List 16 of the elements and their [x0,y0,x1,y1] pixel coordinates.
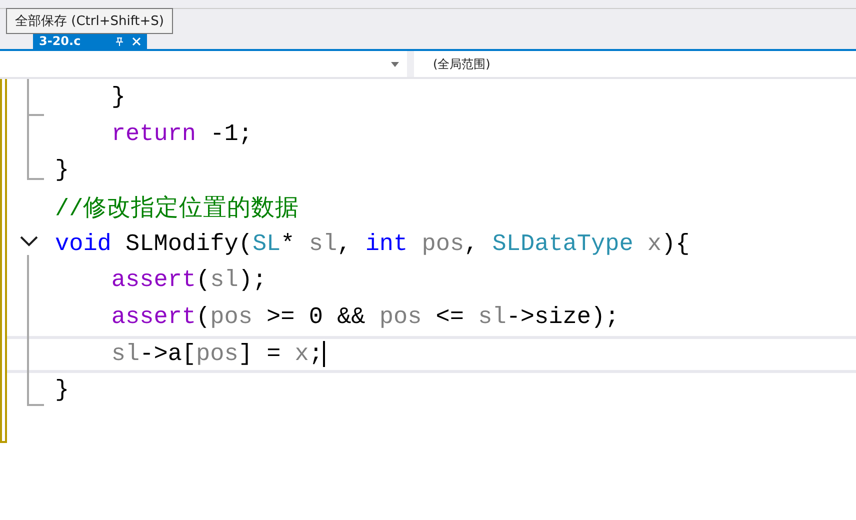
collapse-chevron-icon[interactable] [20,236,38,247]
code-line: } [55,157,70,184]
code-line: sl->a[pos] = x; [110,340,323,368]
code-line: assert(sl); [110,267,267,294]
tooltip: 全部保存 (Ctrl+Shift+S) [6,8,173,34]
code-line: } [110,84,126,111]
code-line: void SLModify(SL* sl, int pos, SLDataType x){ [55,230,690,258]
code-comment: //修改指定位置的数据 [55,194,300,224]
caret-icon [391,62,399,66]
close-icon[interactable] [132,37,141,46]
code-line: return -1; [110,120,252,148]
scope-dropdown[interactable]: (全局范围) [414,51,856,77]
code-line: } [55,377,70,404]
pin-icon[interactable] [115,37,124,46]
text-cursor [323,341,325,368]
code-line: assert(pos >= 0 && pos <= sl->size); [110,304,620,331]
